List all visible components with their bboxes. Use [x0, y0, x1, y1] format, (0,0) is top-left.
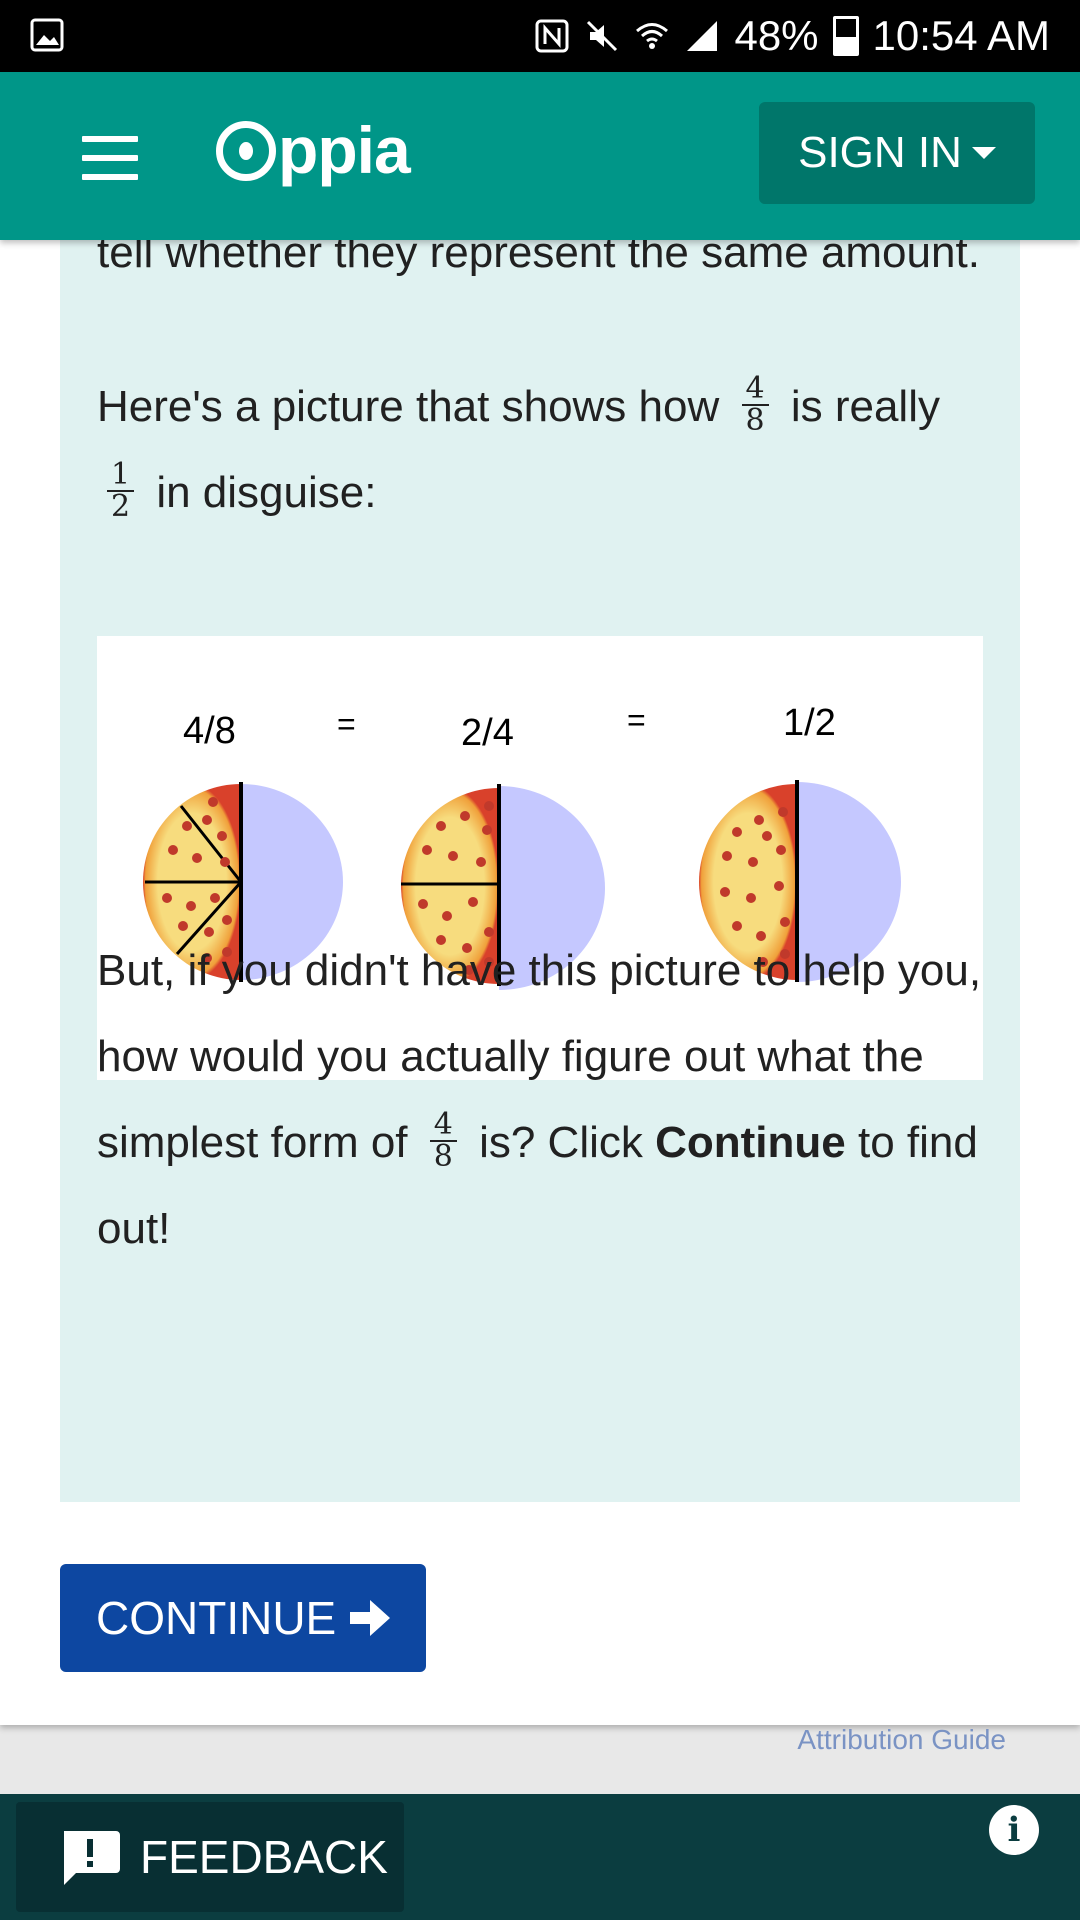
mute-icon: [587, 20, 618, 52]
lesson-panel: tell whether they represent the same amo…: [60, 228, 1020, 1502]
fraction-4-8-b: 48: [429, 1110, 457, 1172]
clock: 10:54 AM: [872, 12, 1050, 59]
sign-in-button[interactable]: SIGN IN: [759, 102, 1035, 204]
attribution-guide-link[interactable]: Attribution Guide: [797, 1724, 1006, 1756]
oppia-logo[interactable]: ppia: [216, 113, 411, 188]
wifi-icon: [636, 23, 669, 49]
battery-percent: 48%: [734, 12, 819, 59]
sign-in-label: SIGN IN: [798, 128, 962, 177]
content-card: tell whether they represent the same amo…: [0, 228, 1080, 1725]
status-bar: 48% 10:54 AM: [0, 0, 1080, 72]
continue-button[interactable]: CONTINUE: [60, 1564, 426, 1672]
feedback-button[interactable]: FEEDBACK: [16, 1802, 404, 1912]
feedback-label: FEEDBACK: [140, 1831, 388, 1883]
continue-label: CONTINUE: [96, 1592, 337, 1644]
footer-bar: FEEDBACK i: [0, 1794, 1080, 1920]
nfc-icon: [535, 19, 569, 53]
oppia-logo-text: ppia: [278, 113, 411, 187]
image-icon: [30, 18, 64, 52]
battery-icon: [832, 16, 859, 56]
lesson-text-3: But, if you didn't have this picture to …: [97, 946, 982, 1253]
fraction-4-8: 48: [741, 374, 769, 436]
arrow-right-icon: [350, 1600, 391, 1636]
feedback-icon: [64, 1831, 120, 1885]
app-header: ppia SIGN IN: [0, 72, 1080, 240]
caret-down-icon: [971, 147, 996, 159]
lesson-text-2: Here's a picture that shows how 48 is re…: [97, 371, 940, 525]
signal-icon: [687, 21, 718, 51]
hamburger-menu-icon[interactable]: [82, 136, 138, 180]
oppia-logo-mark: [216, 121, 276, 181]
fraction-1-2: 12: [107, 460, 135, 522]
info-icon[interactable]: i: [989, 1805, 1039, 1855]
